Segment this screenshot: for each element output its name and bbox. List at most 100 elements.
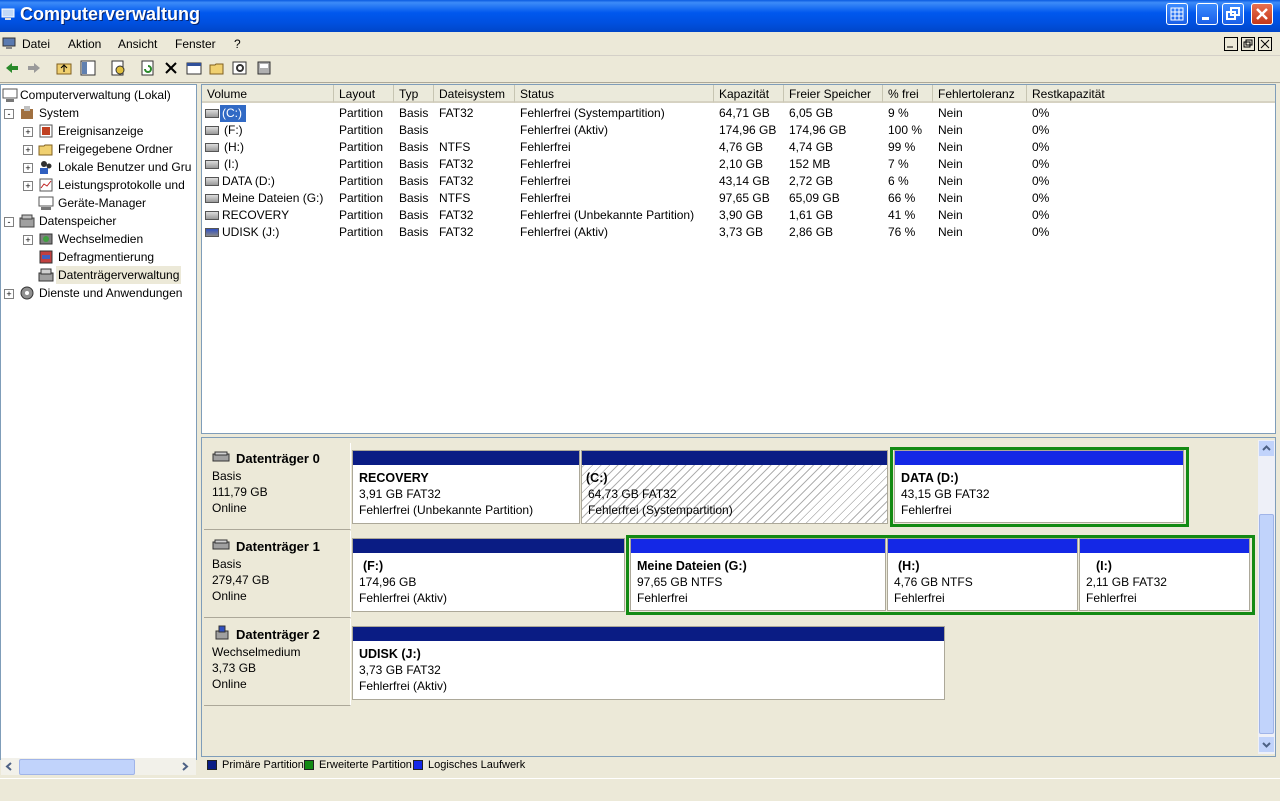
back-arrow-icon[interactable] bbox=[4, 60, 20, 76]
cell-dateisystem: FAT32 bbox=[439, 225, 474, 239]
collapse-datenspeicher[interactable]: - bbox=[4, 217, 14, 227]
services-icon bbox=[20, 286, 34, 300]
cell-prozent-frei: 6 % bbox=[888, 174, 909, 188]
cell-typ: Basis bbox=[399, 106, 429, 120]
cell-status: Fehlerfrei (Aktiv) bbox=[520, 123, 609, 137]
restore-button[interactable] bbox=[1222, 3, 1244, 25]
col-restkapazitaet[interactable]: Restkapazität bbox=[1027, 85, 1275, 103]
show-tree-icon[interactable] bbox=[80, 60, 96, 76]
partition-i[interactable]: (I:) 2,11 GB FAT32 Fehlerfrei bbox=[1079, 538, 1250, 611]
help-icon[interactable] bbox=[186, 60, 202, 76]
volume-row[interactable]: (H:) Partition Basis NTFS Fehlerfrei 4,76 GB 4… bbox=[202, 139, 1275, 156]
cell-restkapazitaet: 0% bbox=[1032, 140, 1050, 154]
menu-fenster[interactable]: Fenster bbox=[175, 37, 216, 51]
partition-recovery[interactable]: RECOVERY 3,91 GB FAT32 Fehlerfrei (Unbek… bbox=[352, 450, 580, 524]
cell-restkapazitaet: 0% bbox=[1032, 157, 1050, 171]
scroll-left-icon[interactable] bbox=[3, 760, 15, 773]
volume-row[interactable]: RECOVERY Partition Basis FAT32 Fehlerfrei (U… bbox=[202, 207, 1275, 224]
cell-layout: Partition bbox=[339, 123, 384, 137]
cell-restkapazitaet: 0% bbox=[1032, 191, 1050, 205]
cell-status: Fehlerfrei (Unbekannte Partition) bbox=[520, 208, 695, 222]
volume-row[interactable]: DATA (D:) Partition Basis FAT32 Fehlerfrei 43… bbox=[202, 173, 1275, 190]
disk-icon[interactable] bbox=[256, 60, 272, 76]
delete-icon[interactable] bbox=[163, 60, 179, 76]
scroll-down-icon[interactable] bbox=[1259, 737, 1274, 752]
tools-icon bbox=[21, 106, 33, 119]
cell-status: Fehlerfrei bbox=[520, 174, 571, 188]
cell-dateisystem: FAT32 bbox=[439, 157, 474, 171]
expand-ereignis[interactable]: + bbox=[23, 127, 33, 137]
col-fehlertoleranz[interactable]: Fehlertoleranz bbox=[933, 85, 1027, 103]
disk-view-scrollbar[interactable] bbox=[1258, 440, 1275, 754]
device-manager-icon bbox=[38, 196, 54, 210]
search-icon[interactable] bbox=[232, 60, 248, 76]
tree-scroll-thumb[interactable] bbox=[19, 759, 135, 775]
drive-icon bbox=[205, 109, 219, 118]
cell-prozent-frei: 9 % bbox=[888, 106, 909, 120]
volume-row[interactable]: (C:) Partition Basis FAT32 Fehlerfrei (Syste… bbox=[202, 105, 1275, 122]
disk-scroll-thumb[interactable] bbox=[1259, 514, 1274, 734]
refresh-icon[interactable] bbox=[140, 60, 156, 76]
scroll-right-icon[interactable] bbox=[179, 760, 191, 773]
cell-layout: Partition bbox=[339, 106, 384, 120]
minimize-button[interactable] bbox=[1196, 3, 1218, 25]
menu-aktion[interactable]: Aktion bbox=[68, 37, 101, 51]
partition-data-d[interactable]: DATA (D:) 43,15 GB FAT32 Fehlerfrei bbox=[894, 450, 1184, 523]
disk-1-info[interactable]: Datenträger 1 Basis 279,47 GB Online bbox=[204, 531, 351, 618]
col-volume[interactable]: Volume bbox=[202, 85, 334, 103]
cell-fehlertoleranz: Nein bbox=[938, 174, 963, 188]
title-bar[interactable]: Computerverwaltung bbox=[0, 0, 1280, 32]
cell-restkapazitaet: 0% bbox=[1032, 106, 1050, 120]
col-freier-speicher[interactable]: Freier Speicher bbox=[784, 85, 883, 103]
expand-wechselmedien[interactable]: + bbox=[23, 235, 33, 245]
col-status[interactable]: Status bbox=[515, 85, 714, 103]
open-folder-icon[interactable] bbox=[209, 60, 225, 76]
cell-freier-speicher: 6,05 GB bbox=[789, 106, 834, 120]
expand-freigegeben[interactable]: + bbox=[23, 145, 33, 155]
mdi-controls[interactable] bbox=[1224, 37, 1274, 51]
col-typ[interactable]: Typ bbox=[394, 85, 434, 103]
cell-prozent-frei: 100 % bbox=[888, 123, 923, 137]
volume-row[interactable]: (I:) Partition Basis FAT32 Fehlerfrei 2,10 GB… bbox=[202, 156, 1275, 173]
menu-datei[interactable]: Datei bbox=[22, 37, 50, 51]
partition-meine-dateien-g[interactable]: Meine Dateien (G:) 97,65 GB NTFS Fehlerf… bbox=[630, 538, 886, 611]
col-layout[interactable]: Layout bbox=[334, 85, 394, 103]
partition-udisk-j[interactable]: UDISK (J:) 3,73 GB FAT32 Fehlerfrei (Akt… bbox=[352, 626, 945, 700]
grid-icon[interactable] bbox=[1166, 3, 1188, 25]
properties-icon[interactable] bbox=[110, 60, 126, 76]
forward-arrow-icon[interactable] bbox=[26, 60, 42, 76]
col-prozent-frei[interactable]: % frei bbox=[883, 85, 933, 103]
collapse-system[interactable]: - bbox=[4, 109, 14, 119]
partition-h[interactable]: (H:) 4,76 GB NTFS Fehlerfrei bbox=[887, 538, 1078, 611]
menu-ansicht[interactable]: Ansicht bbox=[118, 37, 157, 51]
close-button[interactable] bbox=[1251, 3, 1273, 25]
cell-prozent-frei: 99 % bbox=[888, 140, 916, 154]
scroll-up-icon[interactable] bbox=[1259, 441, 1274, 456]
performance-log-icon bbox=[39, 178, 53, 192]
expand-dienste[interactable]: + bbox=[4, 289, 14, 299]
cell-kapazitaet: 3,90 GB bbox=[719, 208, 764, 222]
disk-2-info[interactable]: Datenträger 2 Wechselmedium 3,73 GB Onli… bbox=[204, 619, 351, 706]
volume-row[interactable]: (F:) Partition Basis Fehlerfrei (Aktiv) 174,… bbox=[202, 122, 1275, 139]
expand-benutzer[interactable]: + bbox=[23, 163, 33, 173]
partition-c[interactable]: (C:) 64,73 GB FAT32 Fehlerfrei (Systempa… bbox=[581, 450, 888, 524]
cell-kapazitaet: 174,96 GB bbox=[719, 123, 777, 137]
volume-row[interactable]: UDISK (J:) Partition Basis FAT32 Fehlerfrei … bbox=[202, 224, 1275, 241]
expand-leistung[interactable]: + bbox=[23, 181, 33, 191]
shared-folder-icon bbox=[38, 144, 53, 156]
cell-status: Fehlerfrei bbox=[520, 157, 571, 171]
mmc-icon[interactable] bbox=[2, 37, 16, 50]
menu-help[interactable]: ? bbox=[234, 37, 241, 51]
cell-dateisystem: FAT32 bbox=[439, 208, 474, 222]
tree-horizontal-scrollbar[interactable] bbox=[1, 758, 196, 775]
col-kapazitaet[interactable]: Kapazität bbox=[714, 85, 784, 103]
disk-0-info[interactable]: Datenträger 0 Basis 111,79 GB Online bbox=[204, 443, 351, 530]
volume-row[interactable]: Meine Dateien (G:) Partition Basis NTFS Fehl… bbox=[202, 190, 1275, 207]
legend-logical-swatch bbox=[413, 760, 423, 770]
removable-disk-icon bbox=[215, 625, 229, 640]
cell-freier-speicher: 152 MB bbox=[789, 157, 831, 171]
legend-primary-label: Primäre Partition bbox=[222, 759, 304, 771]
up-folder-icon[interactable] bbox=[56, 60, 72, 76]
partition-f[interactable]: (F:) 174,96 GB Fehlerfrei (Aktiv) bbox=[352, 538, 625, 612]
col-dateisystem[interactable]: Dateisystem bbox=[434, 85, 515, 103]
